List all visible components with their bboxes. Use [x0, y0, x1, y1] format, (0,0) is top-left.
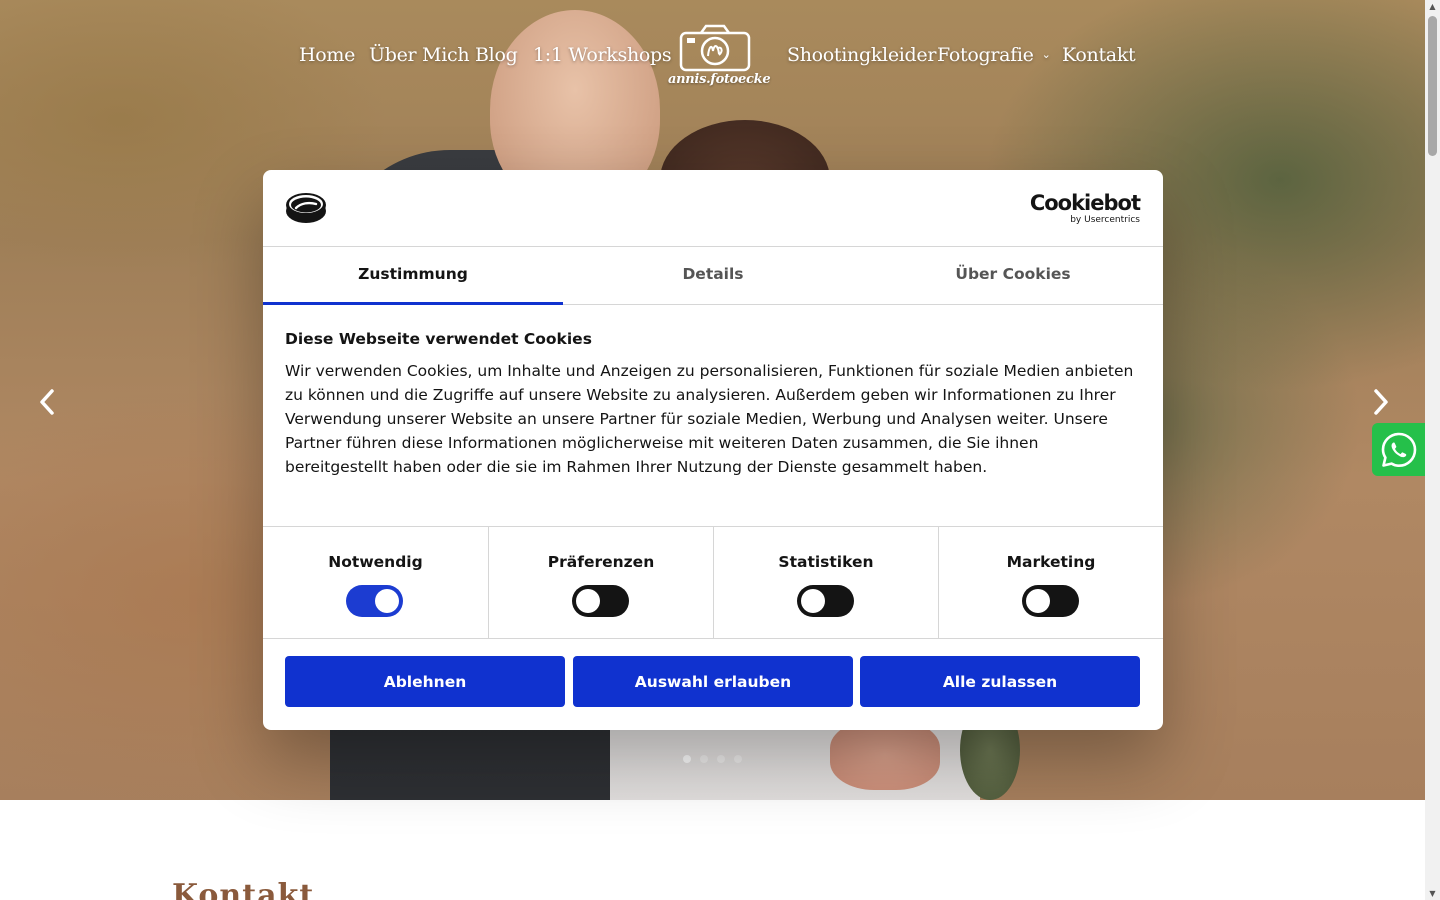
site-logo[interactable]: annis.fotoecke [668, 24, 771, 92]
cookie-tabs: Zustimmung Details Über Cookies [263, 247, 1163, 305]
section-heading-kontakt: Kontakt [172, 878, 315, 900]
toggle-label-statistiken: Statistiken [778, 553, 874, 571]
toggle-group-marketing: Marketing [938, 527, 1163, 639]
cookie-dialog-body: Wir verwenden Cookies, um Inhalte und An… [285, 362, 1134, 476]
decline-button[interactable]: Ablehnen [285, 656, 565, 707]
tab-ueber-cookies[interactable]: Über Cookies [863, 247, 1163, 305]
toggle-knob [375, 589, 399, 613]
cookiebot-brand-sub: by Usercentrics [1070, 215, 1140, 225]
nav-item-blog[interactable]: Blog [475, 44, 518, 66]
toggle-praeferenzen[interactable] [572, 585, 629, 617]
slider-prev-button[interactable] [29, 384, 65, 420]
nav-item-ueber-mich[interactable]: Über Mich [369, 44, 470, 66]
nav-item-shootingkleider[interactable]: Shootingkleider [787, 44, 936, 66]
toggle-label-notwendig: Notwendig [328, 553, 423, 571]
toggle-group-statistiken: Statistiken [713, 527, 938, 639]
tab-zustimmung[interactable]: Zustimmung [263, 247, 563, 305]
cookiebot-brand[interactable]: Cookiebot by Usercentrics [1029, 191, 1141, 225]
nav-item-home[interactable]: Home [299, 44, 355, 66]
toggle-knob [801, 589, 825, 613]
main-navigation: Home Über Mich Blog 1:1 Workshops annis.… [0, 0, 1425, 110]
toggle-group-notwendig: Notwendig [263, 527, 488, 639]
page-scrollbar[interactable]: ▲ ▼ [1425, 0, 1440, 900]
logo-text: annis.fotoecke [668, 72, 771, 87]
hero-image-hands [830, 720, 940, 790]
nav-item-kontakt[interactable]: Kontakt [1062, 44, 1136, 66]
slider-dot-4[interactable] [734, 755, 742, 763]
nav-item-workshops[interactable]: 1:1 Workshops [533, 44, 672, 66]
toggle-group-praeferenzen: Präferenzen [488, 527, 713, 639]
nav-item-fotografie-label: Fotografie [937, 44, 1034, 66]
cookie-category-toggles: Notwendig Präferenzen Statistiken Market… [263, 526, 1163, 639]
toggle-marketing[interactable] [1022, 585, 1079, 617]
toggle-label-praeferenzen: Präferenzen [547, 553, 655, 571]
chevron-left-icon [40, 389, 54, 415]
whatsapp-button[interactable] [1372, 423, 1425, 476]
toggle-knob [1026, 589, 1050, 613]
allow-all-button[interactable]: Alle zulassen [860, 656, 1140, 707]
nav-item-fotografie[interactable]: Fotografie ⌄ [937, 44, 1051, 66]
slider-pagination [683, 755, 742, 765]
scrollbar-thumb[interactable] [1428, 16, 1437, 156]
allow-selection-button[interactable]: Auswahl erlauben [573, 656, 853, 707]
scroll-down-arrow-icon[interactable]: ▼ [1428, 889, 1437, 898]
cookiebot-brand-name: Cookiebot [1029, 191, 1141, 215]
chevron-right-icon [1374, 389, 1388, 415]
cookie-dialog-header: Cookiebot by Usercentrics [263, 170, 1163, 247]
slider-dot-2[interactable] [700, 755, 708, 763]
chevron-down-icon: ⌄ [1041, 48, 1051, 61]
whatsapp-icon [1381, 432, 1416, 467]
tab-details[interactable]: Details [563, 247, 863, 305]
camera-icon [679, 24, 751, 72]
cookie-dialog-title: Diese Webseite verwendet Cookies [285, 330, 592, 348]
toggle-label-marketing: Marketing [1006, 553, 1096, 571]
cookie-icon [286, 193, 326, 223]
toggle-statistiken[interactable] [797, 585, 854, 617]
toggle-knob [576, 589, 600, 613]
toggle-notwendig[interactable] [346, 585, 403, 617]
cookie-consent-dialog: Cookiebot by Usercentrics Zustimmung Det… [263, 170, 1163, 730]
slider-dot-1[interactable] [683, 755, 691, 763]
scroll-up-arrow-icon[interactable]: ▲ [1428, 2, 1437, 11]
slider-next-button[interactable] [1363, 384, 1399, 420]
slider-dot-3[interactable] [717, 755, 725, 763]
